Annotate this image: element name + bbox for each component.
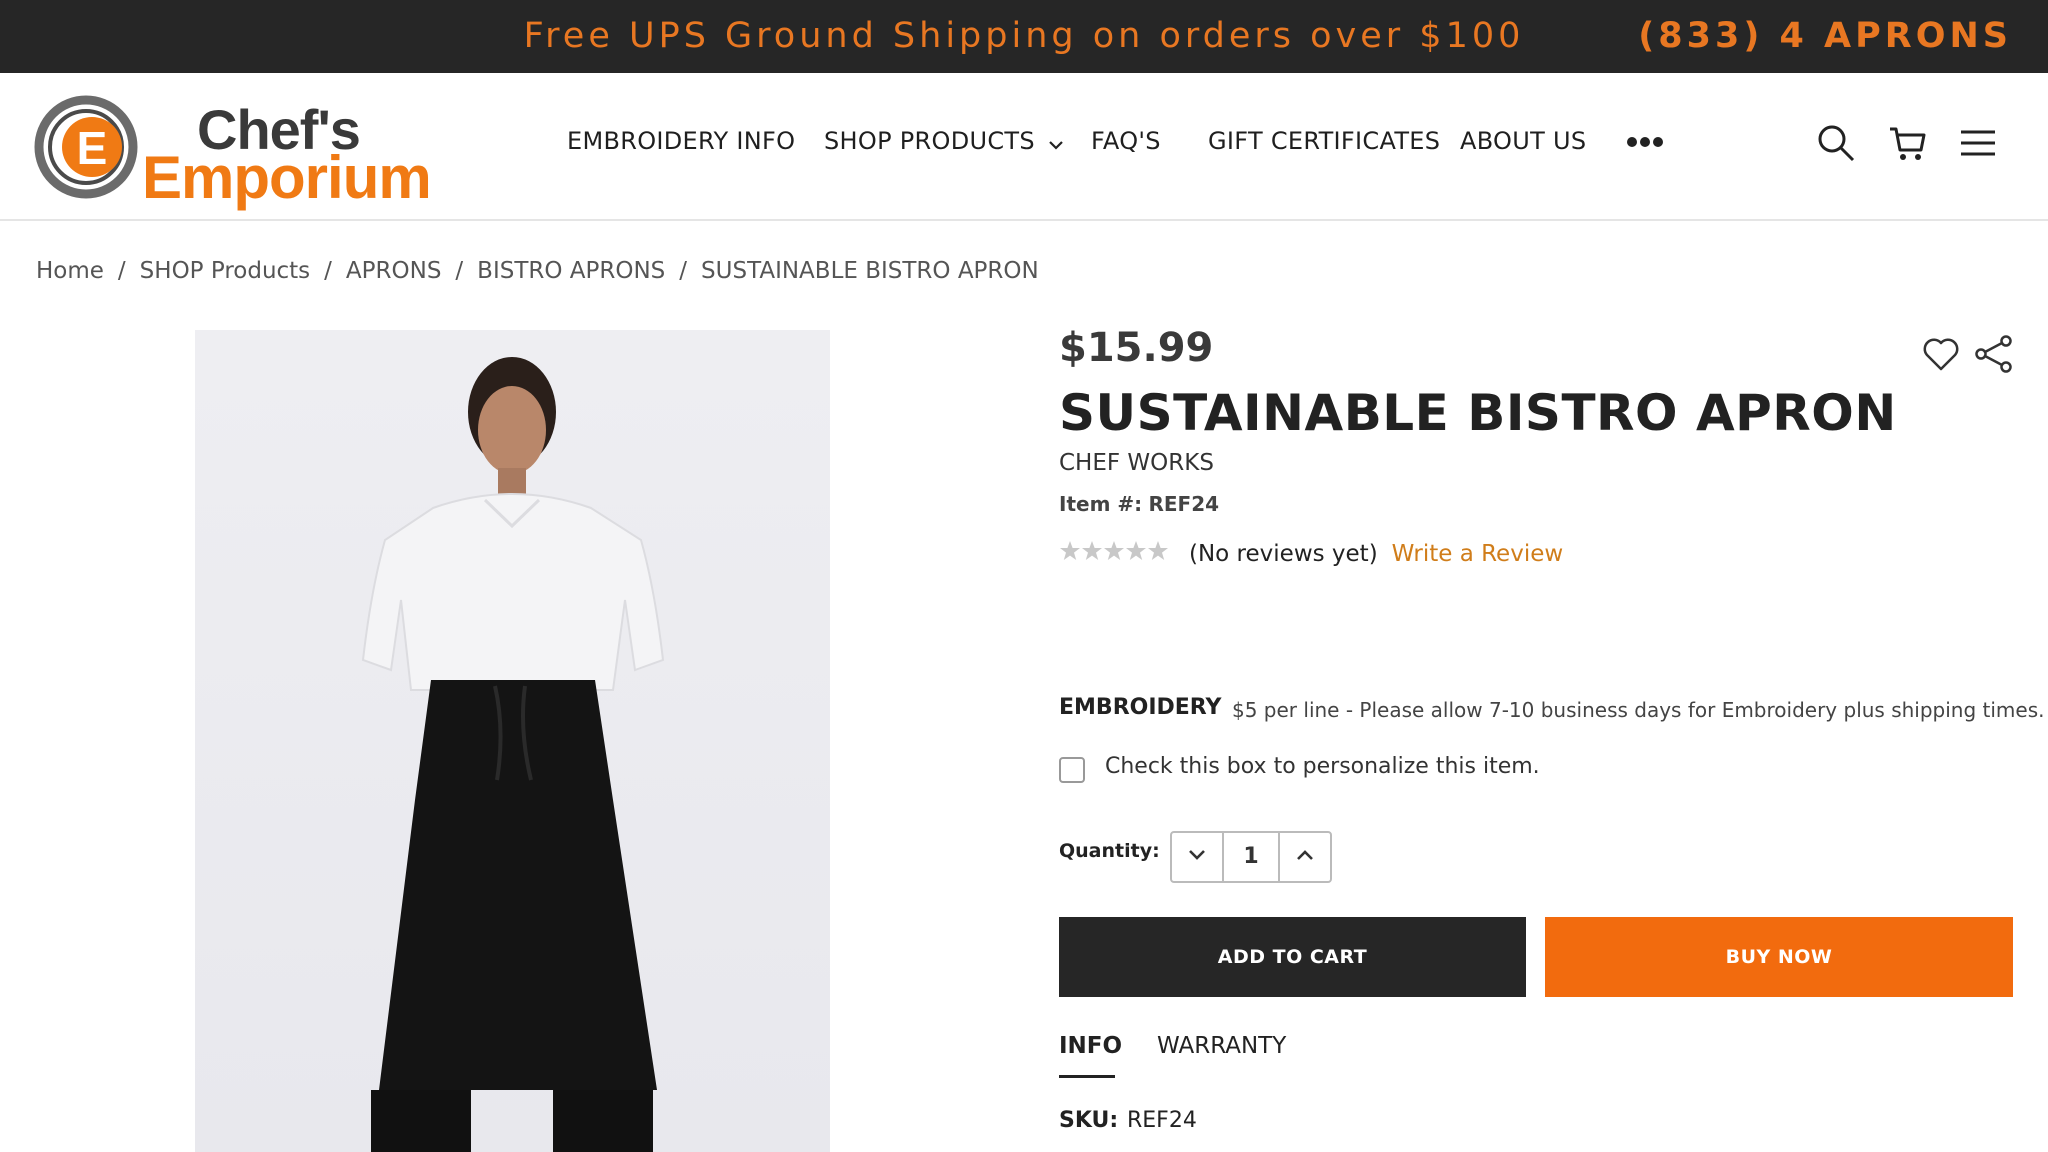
nav-shop-products[interactable]: SHOP PRODUCTS [824,127,1063,156]
nav-faqs[interactable]: FAQ'S [1091,127,1161,155]
breadcrumb-current: SUSTAINABLE BISTRO APRON [701,258,1039,284]
logo-mark-icon: E [34,95,138,199]
product-price: $15.99 [1059,325,1214,371]
breadcrumb-home[interactable]: Home [36,258,104,284]
breadcrumb: Home / SHOP Products / APRONS / BISTRO APRONS /… [36,258,1039,284]
quantity-input[interactable]: 1 [1224,833,1278,881]
embroidery-label: EMBROIDERY [1059,695,1222,720]
rating-stars [1059,540,1171,567]
breadcrumb-separator: / [679,258,688,284]
site-logo[interactable]: E Chef's Emporium [34,95,434,211]
more-dots-icon[interactable] [1626,135,1664,153]
product-title: SUSTAINABLE BISTRO APRON [1059,384,1897,442]
embroidery-note: $5 per line - Please allow 7-10 business… [1232,698,2045,722]
breadcrumb-shop-products[interactable]: SHOP Products [140,258,311,284]
personalize-checkbox[interactable] [1059,757,1085,783]
breadcrumb-separator: / [455,258,464,284]
quantity-increase-button[interactable] [1278,833,1330,881]
buy-now-button[interactable]: BUY NOW [1545,917,2013,997]
quantity-stepper: 1 [1170,831,1332,883]
chevron-up-icon [1296,848,1314,866]
chevron-down-icon [1188,848,1206,866]
share-icon[interactable] [1974,334,2014,374]
nav-shop-products-label: SHOP PRODUCTS [824,127,1035,155]
breadcrumb-separator: / [324,258,332,284]
product-image[interactable] [195,330,830,1152]
item-number-value: REF24 [1148,492,1220,516]
item-number-label: Item #: [1059,492,1143,516]
star-icon [1148,541,1168,560]
star-icon [1104,541,1124,560]
phone-number-link[interactable]: (833) 4 APRONS [1638,0,2012,73]
nav-gift-certificates[interactable]: GIFT CERTIFICATES [1208,127,1440,155]
logo-text-emporium: Emporium [142,144,432,211]
product-item-number: Item #: REF24 [1059,492,1219,516]
star-icon [1126,541,1146,560]
product-rating: (No reviews yet) Write a Review [1059,540,1563,567]
breadcrumb-separator: / [117,258,126,284]
breadcrumb-bistro-aprons[interactable]: BISTRO APRONS [477,258,665,284]
cart-icon[interactable] [1888,123,1928,163]
svg-text:E: E [77,122,108,174]
no-reviews-text: (No reviews yet) [1189,540,1378,567]
sku-label: SKU: [1059,1108,1119,1133]
chevron-down-icon [1049,128,1063,156]
star-icon [1082,541,1102,560]
write-review-link[interactable]: Write a Review [1392,541,1564,567]
hamburger-menu-icon[interactable] [1958,123,1998,163]
personalize-label[interactable]: Check this box to personalize this item. [1105,754,1540,779]
tab-warranty[interactable]: WARRANTY [1157,1033,1286,1059]
top-promo-bar: Free UPS Ground Shipping on orders over … [0,0,2048,73]
nav-embroidery-info[interactable]: EMBROIDERY INFO [567,127,795,155]
sku-value: REF24 [1127,1108,1197,1133]
quantity-decrease-button[interactable] [1172,833,1224,881]
site-header: E Chef's Emporium EMBROIDERY INFO SHOP P… [0,73,2048,221]
heart-icon[interactable] [1921,334,1961,374]
product-brand[interactable]: CHEF WORKS [1059,450,1214,476]
search-icon[interactable] [1816,123,1856,163]
star-icon [1060,541,1080,560]
quantity-label: Quantity: [1059,840,1160,862]
tab-info[interactable]: INFO [1059,1033,1122,1059]
active-tab-indicator [1059,1075,1115,1078]
add-to-cart-button[interactable]: ADD TO CART [1059,917,1526,997]
nav-about-us[interactable]: ABOUT US [1460,127,1586,155]
breadcrumb-aprons[interactable]: APRONS [346,258,442,284]
